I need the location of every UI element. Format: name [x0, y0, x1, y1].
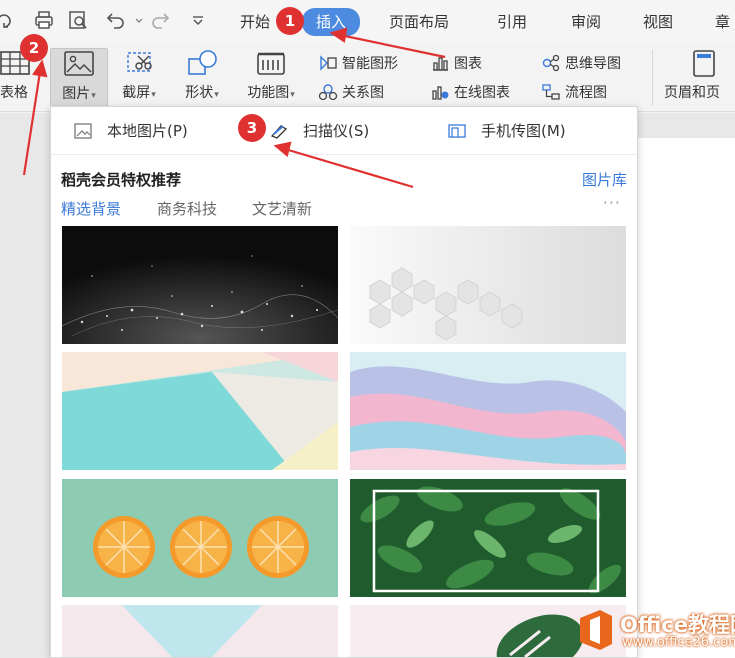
- screenshot-label: 截屏: [122, 85, 151, 101]
- redo-icon[interactable]: [150, 9, 172, 31]
- relation-chart-label: 关系图: [342, 85, 384, 101]
- category-business-tech[interactable]: 商务科技: [157, 198, 217, 219]
- step-badge-3: 3: [238, 114, 266, 142]
- chevron-down-icon: ▾: [151, 90, 156, 100]
- online-chart-icon: [432, 86, 449, 100]
- section-title: 稻壳会员特权推荐: [61, 171, 182, 189]
- online-chart-button[interactable]: 在线图表: [430, 81, 510, 103]
- flowchart-icon: [542, 84, 560, 100]
- flowchart-button[interactable]: 流程图: [541, 81, 607, 103]
- menu-scanner[interactable]: 扫描仪(S): [269, 120, 369, 141]
- tab-references[interactable]: 引用: [497, 11, 527, 32]
- background-thumbnail[interactable]: [350, 352, 626, 470]
- shape-label: 形状: [185, 85, 214, 101]
- bar-chart-icon: [433, 57, 448, 71]
- tab-page-layout[interactable]: 页面布局: [389, 11, 449, 32]
- pastel-geometric-image: [62, 352, 338, 470]
- picture-source-menu: 本地图片(P) 扫描仪(S) 手机传图(M): [51, 107, 637, 155]
- picture-label: 图片: [62, 86, 91, 102]
- chevron-down-icon: ▾: [290, 90, 295, 100]
- hexagon-pattern-image: [350, 226, 626, 344]
- print-preview-icon[interactable]: [67, 9, 89, 31]
- category-literary-fresh[interactable]: 文艺清新: [252, 198, 312, 219]
- chart-label: 图表: [454, 56, 482, 72]
- function-chart-icon: [257, 52, 285, 75]
- dark-particles-image: [62, 226, 338, 344]
- mindmap-icon: [542, 54, 560, 72]
- relation-chart-icon: [318, 84, 338, 101]
- shape-icon: [188, 50, 217, 75]
- chevron-down-icon: ▾: [214, 90, 219, 100]
- tab-review[interactable]: 审阅: [571, 11, 601, 32]
- table-label: 表格: [0, 85, 28, 101]
- smartart-button[interactable]: 智能图形: [318, 52, 398, 74]
- watermark-url: www.office26.com: [622, 635, 735, 650]
- phone-transfer-icon: [448, 123, 466, 138]
- header-footer-icon: [693, 50, 715, 77]
- mindmap-label: 思维导图: [565, 56, 621, 72]
- shape-button[interactable]: 形状▾: [174, 48, 230, 108]
- office-logo-icon: [580, 610, 612, 650]
- green-leaves-image: [350, 479, 626, 597]
- menu-local-picture-label: 本地图片(P): [107, 122, 188, 140]
- redo-shape-icon[interactable]: [0, 9, 16, 31]
- background-thumbnail[interactable]: [62, 226, 338, 344]
- online-chart-label: 在线图表: [454, 85, 510, 101]
- flowchart-label: 流程图: [565, 85, 607, 101]
- relation-chart-button[interactable]: 关系图: [318, 81, 384, 103]
- background-thumbnail[interactable]: [350, 226, 626, 344]
- tab-home[interactable]: 开始: [240, 11, 270, 32]
- print-icon[interactable]: [33, 9, 55, 31]
- tab-view[interactable]: 视图: [643, 11, 673, 32]
- category-featured-backgrounds[interactable]: 精选背景: [61, 198, 121, 219]
- tab-insert[interactable]: 插入: [302, 8, 361, 36]
- background-thumbnail[interactable]: [62, 479, 338, 597]
- header-footer-label: 页眉和页: [664, 85, 720, 101]
- screenshot-icon: [127, 52, 152, 72]
- ribbon-divider: [652, 50, 653, 106]
- menu-phone-transfer[interactable]: 手机传图(M): [447, 120, 566, 141]
- screenshot-button[interactable]: 截屏▾: [113, 48, 165, 108]
- step-badge-1: 1: [276, 7, 304, 35]
- tab-chapter[interactable]: 章: [715, 11, 730, 32]
- menu-phone-transfer-label: 手机传图(M): [481, 122, 566, 140]
- menu-local-picture[interactable]: 本地图片(P): [73, 120, 188, 141]
- scanner-icon: [270, 124, 288, 139]
- mindmap-button[interactable]: 思维导图: [541, 52, 621, 74]
- undo-dropdown-icon[interactable]: [128, 9, 143, 31]
- smartart-label: 智能图形: [342, 56, 398, 72]
- insert-ribbon: 表格 图片▾ 截屏▾ 形状▾ 功能图▾ 智能图形 图表 思维导图 关系图 在线图…: [0, 42, 735, 112]
- picture-button[interactable]: 图片▾: [50, 48, 108, 108]
- function-chart-button[interactable]: 功能图▾: [238, 48, 304, 108]
- local-picture-icon: [74, 122, 92, 139]
- smartart-icon: [320, 55, 337, 71]
- customize-toolbar-icon[interactable]: [187, 9, 209, 31]
- more-categories-icon[interactable]: ···: [603, 193, 621, 212]
- background-thumbnail[interactable]: [350, 479, 626, 597]
- header-footer-button[interactable]: 页眉和页: [664, 48, 735, 108]
- picture-library-link[interactable]: 图片库: [582, 169, 627, 190]
- chevron-down-icon: ▾: [91, 91, 96, 101]
- pastel-triangle-image: [62, 605, 338, 657]
- watermark: Office教程网 www.office26.com: [576, 606, 735, 654]
- orange-slices-image: [62, 479, 338, 597]
- pastel-waves-image: [350, 352, 626, 470]
- function-chart-label: 功能图: [247, 85, 290, 101]
- undo-icon[interactable]: [104, 9, 126, 31]
- title-bar: 开始 插入 页面布局 引用 审阅 视图 章: [0, 0, 735, 42]
- background-thumbnail[interactable]: [62, 605, 338, 657]
- picture-icon: [64, 51, 94, 76]
- menu-scanner-label: 扫描仪(S): [303, 122, 370, 140]
- chart-button[interactable]: 图表: [430, 52, 482, 74]
- background-thumbnail[interactable]: [62, 352, 338, 470]
- step-badge-2: 2: [20, 34, 48, 62]
- picture-dropdown-panel: 本地图片(P) 扫描仪(S) 手机传图(M) 稻壳会员特权推荐 图片库 精选背景…: [50, 106, 638, 658]
